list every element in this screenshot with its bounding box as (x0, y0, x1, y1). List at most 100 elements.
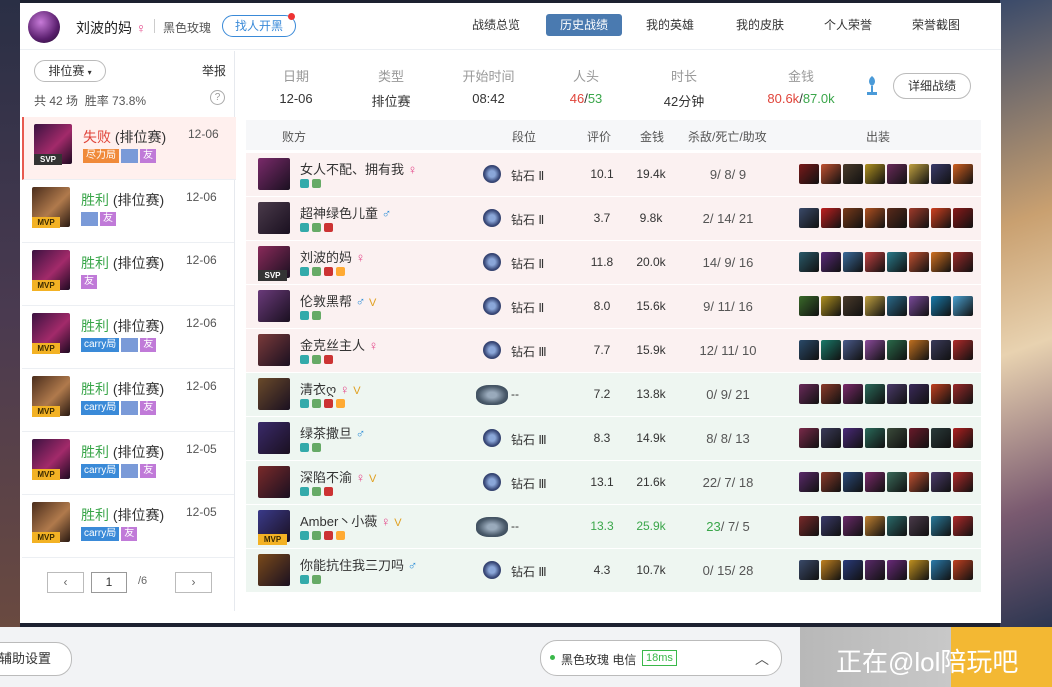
items (799, 164, 975, 184)
vip-icon: V (394, 517, 402, 529)
item-icon (865, 208, 885, 228)
list-item[interactable]: MVP 胜利 (排位赛) 12-06 carry局 友 (22, 369, 234, 432)
champion-avatar[interactable] (258, 422, 290, 454)
item-icon (909, 472, 929, 492)
report-link[interactable]: 举报 (202, 62, 226, 79)
item-icon (843, 516, 863, 536)
medal-icon (300, 267, 309, 276)
kills: 9 (703, 299, 711, 314)
table-row[interactable]: 超神绿色儿童 ♂ 钻石 Ⅱ 3.7 9.8k 2/ 14/ 21 (246, 197, 981, 241)
find-team-button[interactable]: 找人开黑 (222, 15, 296, 37)
player-name[interactable]: 刘波的妈 ♀ (300, 247, 365, 266)
notification-dot (288, 13, 295, 20)
summary-gold-label: 金钱 (787, 69, 814, 84)
table-row[interactable]: 深陷不渝 ♀ V 钻石 Ⅲ 13.1 21.6k 22/ 7/ 18 (246, 461, 981, 505)
tab-screenshots[interactable]: 荣誉截图 (906, 14, 966, 36)
win-rate: 胜率 73.8% (84, 94, 147, 108)
medal-icon (300, 531, 309, 540)
list-item[interactable]: MVP 胜利 (排位赛) 12-06 carry局 友 (22, 306, 234, 369)
item-icon (865, 340, 885, 360)
player-name[interactable]: Amber丶小薇 ♀ V (300, 511, 402, 530)
list-item[interactable]: MVP 胜利 (排位赛) 12-06 友 (22, 243, 234, 306)
rank-icon (483, 429, 501, 447)
server-status-text: 黑色玫瑰 电信 (561, 653, 637, 667)
prev-page-button[interactable]: ‹ (47, 572, 84, 593)
summary-date-value: 12-06 (279, 91, 313, 106)
score: 11.8 (590, 255, 614, 269)
table-row[interactable]: 绿茶撒旦 ♂ 钻石 Ⅲ 8.3 14.9k 8/ 8/ 13 (246, 417, 981, 461)
gender-icon: ♀ (339, 382, 350, 397)
champion-avatar[interactable] (258, 554, 290, 586)
rank-text: 钻石 Ⅱ (511, 301, 545, 315)
player-name[interactable]: 清衣ღ ♀ V (300, 379, 361, 398)
assists: 16 (738, 255, 754, 270)
summary-duration-value: 42分钟 (663, 94, 705, 109)
rank-icon (483, 253, 501, 271)
player-name[interactable]: 绿茶撒旦 ♂ (300, 423, 365, 442)
rank-icon (483, 561, 501, 579)
item-icon (953, 516, 973, 536)
carry-tag: carry局 (81, 401, 120, 415)
rank-text: -- (511, 387, 519, 401)
tab-honors[interactable]: 个人荣誉 (818, 14, 878, 36)
chevron-up-icon[interactable]: ︿ (755, 649, 769, 669)
table-row[interactable]: 你能抗住我三刀吗 ♂ 钻石 Ⅲ 4.3 10.7k 0/ 15/ 28 (246, 549, 981, 593)
player-avatar[interactable] (28, 11, 60, 43)
table-row[interactable]: 清衣ღ ♀ V -- 7.2 13.8k 0/ 9/ 21 (246, 373, 981, 417)
kda: 0/ 9/ 21 (706, 387, 750, 402)
item-icon (909, 164, 929, 184)
detail-stats-button[interactable]: 详细战绩 (893, 73, 971, 99)
score: 4.3 (593, 563, 611, 577)
list-item[interactable]: MVP 胜利 (排位赛) 12-05 carry局友 (22, 495, 234, 558)
deaths: 7 (728, 519, 736, 534)
table-row[interactable]: SVP 刘波的妈 ♀ 钻石 Ⅱ 11.8 20.0k 14/ 9/ 16 (246, 241, 981, 285)
player-name[interactable]: 超神绿色儿童 ♂ (300, 203, 391, 222)
summary-date-label: 日期 (282, 69, 309, 84)
champion-avatar[interactable] (258, 378, 290, 410)
champion-avatar[interactable] (258, 290, 290, 322)
player-name[interactable]: 女人不配、拥有我 ♀ (300, 159, 417, 178)
player-name[interactable]: 你能抗住我三刀吗 ♂ (300, 555, 417, 574)
player-name[interactable]: 金克丝主人 ♀ (300, 335, 378, 354)
kills: 22 (702, 475, 718, 490)
summary-kills-value: 46/53 (556, 91, 616, 106)
rank-text: 钻石 Ⅲ (511, 433, 547, 447)
tab-history[interactable]: 历史战绩 (546, 14, 622, 36)
tab-my-heroes[interactable]: 我的英雄 (640, 14, 700, 36)
player-name[interactable]: 伦敦黑帮 ♂ V (300, 291, 376, 310)
list-item[interactable]: MVP 胜利 (排位赛) 12-05 carry局友 (22, 432, 234, 495)
table-row[interactable]: MVP Amber丶小薇 ♀ V -- 13.3 25.9k 23/ 7/ 5 (246, 505, 981, 549)
champion-avatar[interactable] (258, 466, 290, 498)
player-name[interactable]: 深陷不渝 ♀ V (300, 467, 376, 486)
server-status[interactable]: 黑色玫瑰 电信 18ms ︿ (540, 640, 782, 676)
rank-text: 钻石 Ⅱ (511, 257, 545, 271)
table-row[interactable]: 女人不配、拥有我 ♀ 钻石 Ⅱ 10.1 19.4k 9/ 8/ 9 (246, 153, 981, 197)
items (799, 472, 975, 492)
champion-avatar[interactable] (258, 334, 290, 366)
header-score: 评价 (587, 130, 612, 144)
next-page-button[interactable]: › (175, 572, 212, 593)
player-name-text: 金克丝主人 (300, 338, 366, 353)
mode-select[interactable]: 排位赛 ▾ (34, 60, 106, 82)
kills: 9 (709, 167, 718, 182)
items (799, 516, 975, 536)
table-row[interactable]: 伦敦黑帮 ♂ V 钻石 Ⅱ 8.0 15.6k 9/ 11/ 16 (246, 285, 981, 329)
kda: 9/ 11/ 16 (703, 299, 753, 314)
page-number-input[interactable]: 1 (91, 572, 127, 593)
champion-avatar[interactable] (258, 202, 290, 234)
medal-icon (324, 223, 333, 232)
gender-icon: ♀ (380, 514, 391, 529)
item-icon (865, 164, 885, 184)
champion-avatar[interactable] (258, 158, 290, 190)
item-icon (887, 340, 907, 360)
assist-settings-button[interactable]: 辅助设置 (0, 642, 72, 676)
table-row[interactable]: 金克丝主人 ♀ 钻石 Ⅲ 7.7 15.9k 12/ 11/ 10 (246, 329, 981, 373)
tab-overview[interactable]: 战绩总览 (466, 14, 526, 36)
deaths: 7 (724, 475, 732, 490)
help-icon[interactable]: ? (210, 90, 225, 105)
medal-icon (300, 443, 309, 452)
kills: 8 (706, 431, 714, 446)
tab-my-skins[interactable]: 我的皮肤 (730, 14, 790, 36)
list-item[interactable]: SVP 失败 (排位赛) 12-06 尽力局 友 (22, 117, 236, 180)
list-item[interactable]: MVP 胜利 (排位赛) 12-06 友 (22, 180, 234, 243)
